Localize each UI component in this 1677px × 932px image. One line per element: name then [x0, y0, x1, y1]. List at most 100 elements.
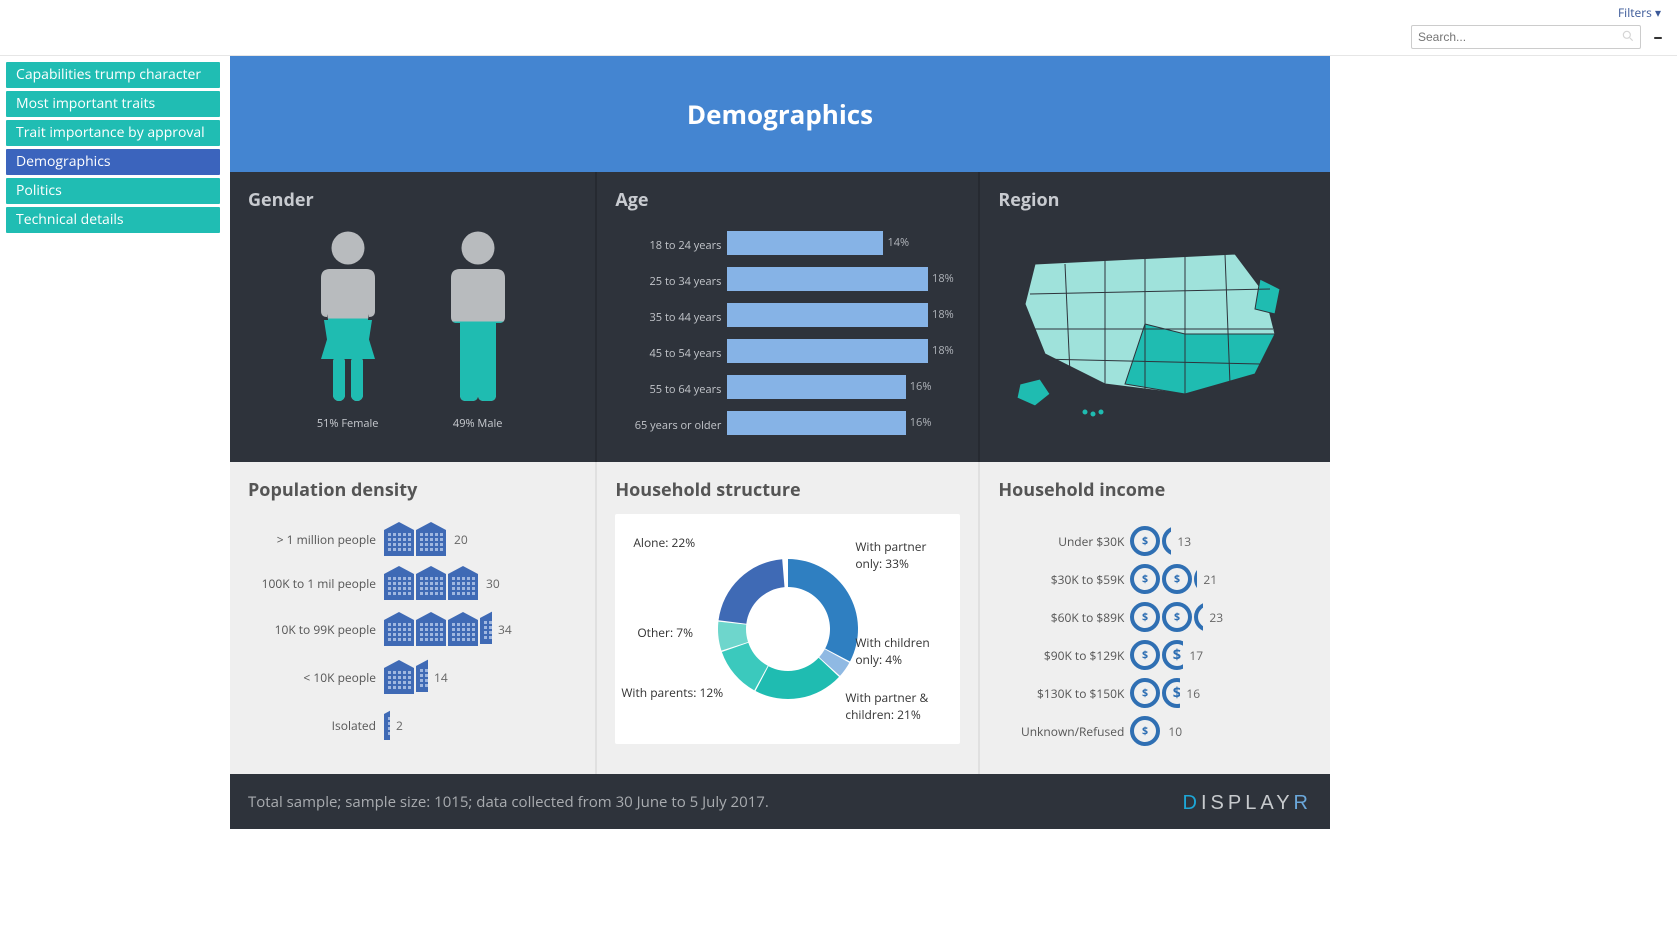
building-icon — [384, 706, 390, 740]
svg-text:$: $ — [1142, 648, 1148, 662]
gender-female-pictogram: 51% Female — [303, 230, 393, 431]
density-category-label: 100K to 1 mil people — [254, 575, 384, 592]
density-row: > 1 million people20 — [254, 522, 571, 556]
income-row: $60K to $89K$$$23 — [1000, 598, 1310, 636]
density-value-label: 2 — [396, 717, 403, 734]
sidebar-item-1[interactable]: Most important traits — [6, 91, 220, 117]
income-row: $30K to $59K$$$21 — [1000, 560, 1310, 598]
coin-icon: $ — [1194, 602, 1203, 632]
density-value-label: 14 — [434, 669, 448, 686]
age-bar-row: 55 to 64 years 16% — [617, 374, 950, 404]
age-bar-row: 18 to 24 years 14% — [617, 230, 950, 260]
age-bar — [727, 411, 905, 435]
age-bar-row: 25 to 34 years18% — [617, 266, 950, 296]
sidebar-item-0[interactable]: Capabilities trump character — [6, 62, 220, 88]
density-category-label: < 10K people — [254, 669, 384, 686]
brand-logo: DISPLAYR — [1183, 788, 1312, 815]
age-value-label: 18% — [932, 307, 954, 322]
panel-title-income: Household income — [998, 478, 1312, 502]
income-value-label: 23 — [1209, 609, 1223, 626]
coin-icon: $ — [1194, 564, 1197, 594]
panel-title-density: Population density — [248, 478, 577, 502]
income-value-label: 10 — [1168, 723, 1182, 740]
donut-slice-label: With partneronly: 33% — [855, 538, 926, 572]
donut-chart-household: With partneronly: 33% Alone: 22% With part… — [615, 514, 960, 744]
donut-slice-label: Alone: 22% — [633, 534, 695, 551]
age-value-label: 16% — [910, 379, 932, 394]
coin-icon: $ — [1162, 564, 1192, 594]
age-bar-row: 65 years or older16% — [617, 410, 950, 440]
dashboard-footer: Total sample; sample size: 1015; data co… — [230, 774, 1330, 829]
collapse-button[interactable]: – — [1649, 25, 1667, 49]
coin-icon: $ — [1130, 640, 1160, 670]
svg-text:$: $ — [1174, 572, 1180, 586]
building-icon — [480, 610, 492, 644]
sidebar-item-3[interactable]: Demographics — [6, 149, 220, 175]
age-value-label: 18% — [932, 343, 954, 358]
age-category-label: 55 to 64 years — [617, 382, 727, 397]
svg-text:$: $ — [1174, 610, 1180, 624]
age-value-label: 14% — [887, 235, 909, 250]
age-bar — [727, 339, 928, 363]
gender-female-label: 51% Female — [317, 416, 379, 431]
donut-slice-label: With childrenonly: 4% — [855, 634, 929, 668]
donut-slice — [718, 559, 784, 623]
coin-icon: $ — [1162, 678, 1180, 708]
age-value-label: 16% — [910, 415, 932, 430]
panel-title-gender: Gender — [248, 188, 577, 212]
panel-title-age: Age — [615, 188, 960, 212]
coin-icon: $ — [1130, 678, 1160, 708]
building-icon — [416, 522, 446, 556]
age-bar-row: 35 to 44 years18% — [617, 302, 950, 332]
donut-slice-label: With partner &children: 21% — [845, 689, 928, 723]
density-category-label: > 1 million people — [254, 531, 384, 548]
building-icon — [448, 612, 478, 646]
density-value-label: 30 — [486, 575, 500, 592]
panel-region: Region — [978, 172, 1330, 462]
density-row: 10K to 99K people34 — [254, 610, 571, 648]
sidebar-item-2[interactable]: Trait importance by approval — [6, 120, 220, 146]
income-value-label: 16 — [1186, 685, 1200, 702]
income-value-label: 21 — [1203, 571, 1217, 588]
age-value-label: 18% — [932, 271, 954, 286]
income-value-label: 13 — [1177, 533, 1191, 550]
panel-income: Household income Under $30K $ $13 $30K to $… — [978, 462, 1330, 774]
coin-icon: $ — [1162, 526, 1171, 556]
density-category-label: Isolated — [254, 717, 384, 734]
donut-slice — [788, 559, 858, 661]
age-category-label: 45 to 54 years — [617, 346, 727, 361]
sidebar-item-4[interactable]: Politics — [6, 178, 220, 204]
coin-icon: $ — [1162, 602, 1192, 632]
density-row: 100K to 1 mil people 30 — [254, 566, 571, 600]
gender-male-pictogram: 49% Male — [433, 230, 523, 431]
building-icon — [448, 566, 478, 600]
panel-age: Age 18 to 24 years 14% 25 to 34 years18% 35… — [595, 172, 978, 462]
donut-slice-label: With parents: 12% — [621, 684, 723, 701]
income-category-label: $30K to $59K — [1000, 571, 1130, 588]
svg-text:$: $ — [1142, 534, 1148, 548]
income-row: $90K to $129K$$17 — [1000, 636, 1310, 674]
panel-household: Household structure With partneronly: 33… — [595, 462, 978, 774]
sidebar: Capabilities trump character Most importa… — [0, 56, 220, 236]
income-value-label: 17 — [1189, 647, 1203, 664]
building-icon — [416, 612, 446, 646]
panel-gender: Gender — [230, 172, 595, 462]
coin-icon: $ — [1162, 640, 1183, 670]
age-category-label: 18 to 24 years — [617, 238, 727, 253]
dashboard: Demographics Gender — [230, 56, 1330, 829]
filters-link[interactable]: Filters ▾ — [1618, 4, 1667, 21]
density-row: Isolated 2 — [254, 706, 571, 744]
sidebar-item-5[interactable]: Technical details — [6, 207, 220, 233]
building-icon — [416, 658, 428, 692]
svg-text:$: $ — [1142, 610, 1148, 624]
page-title: Demographics — [230, 56, 1330, 172]
donut-slice-label: Other: 7% — [637, 624, 693, 641]
age-bar — [727, 231, 883, 255]
density-row: < 10K people 14 — [254, 658, 571, 696]
income-category-label: Under $30K — [1000, 533, 1130, 550]
svg-text:$: $ — [1142, 686, 1148, 700]
svg-text:$: $ — [1173, 683, 1180, 703]
search-input[interactable] — [1411, 25, 1641, 49]
age-bar — [727, 375, 905, 399]
panel-density: Population density > 1 million people20 1… — [230, 462, 595, 774]
